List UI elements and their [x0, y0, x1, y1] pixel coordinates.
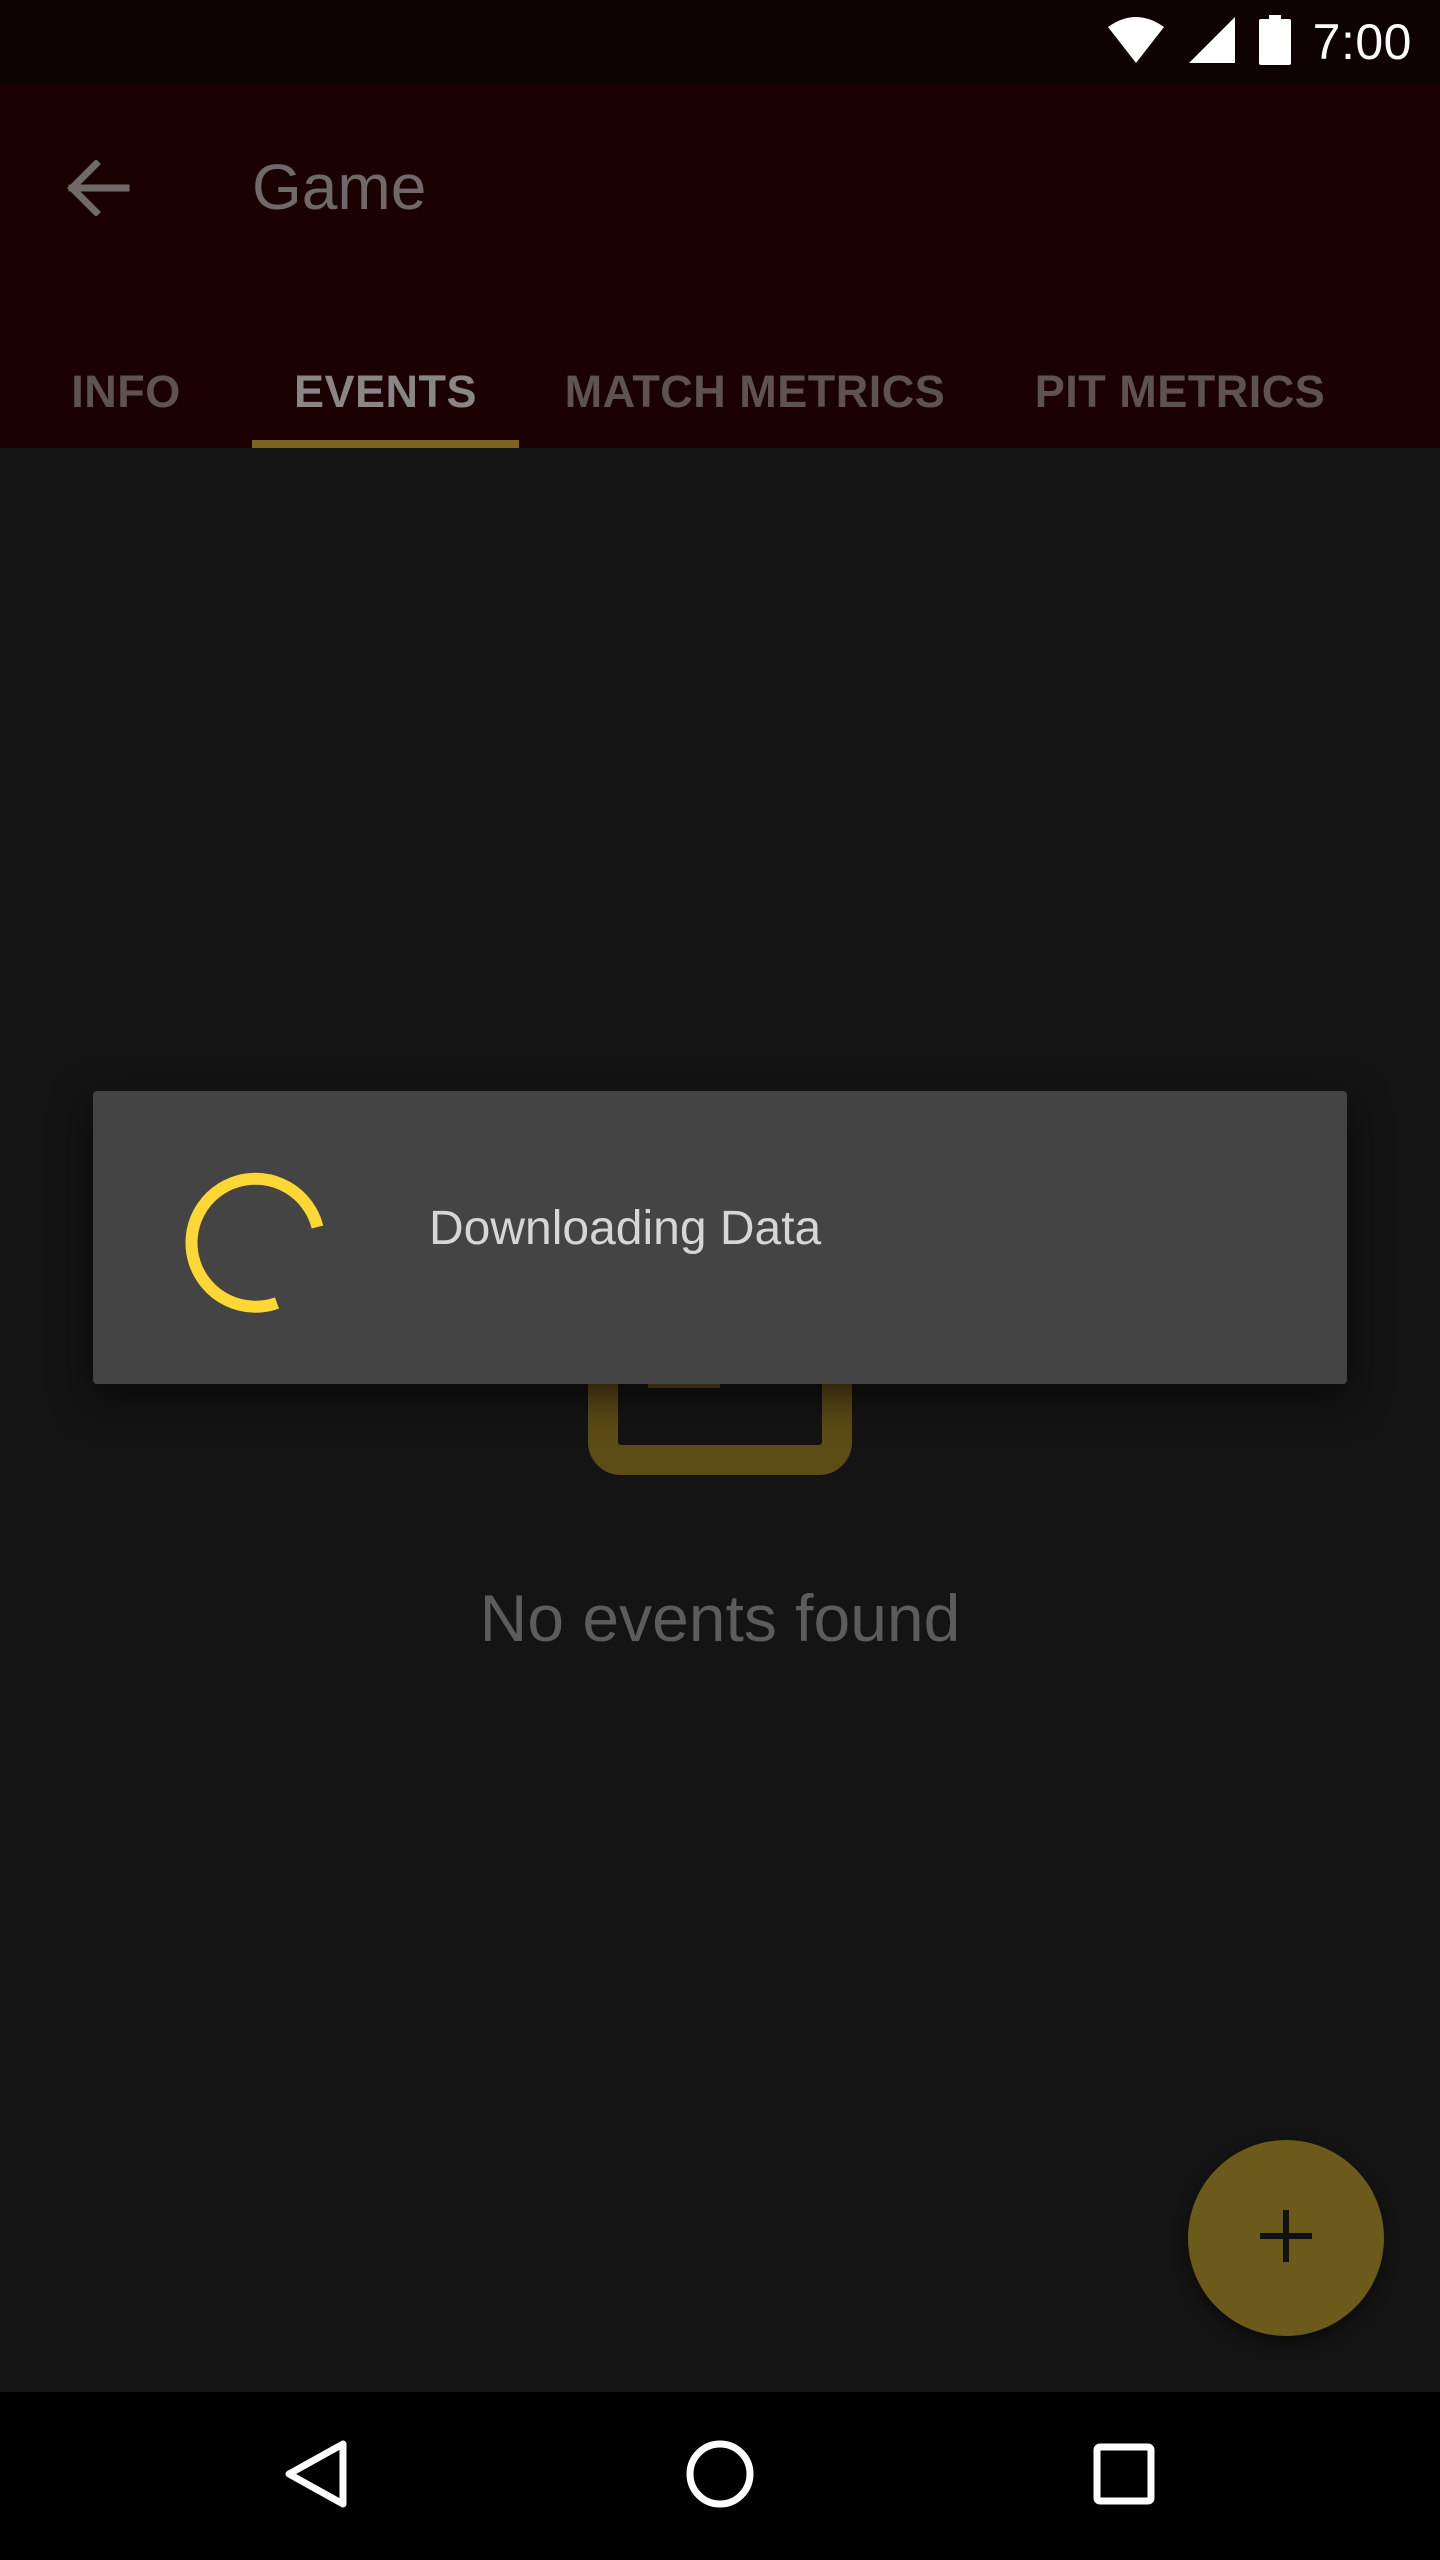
- system-nav-bar: [0, 2392, 1440, 2560]
- page-title: Game: [252, 151, 427, 223]
- status-bar: 7:00: [0, 0, 1440, 84]
- wifi-icon: [1107, 15, 1165, 70]
- plus-icon: [1258, 2208, 1314, 2269]
- cell-signal-icon: [1187, 15, 1237, 70]
- nav-home-button[interactable]: [668, 2424, 772, 2528]
- home-circle-icon: [684, 2438, 756, 2515]
- tab-info[interactable]: INFO: [40, 336, 212, 448]
- app-bar: Game INFO EVENTS MATCH METRICS PIT METRI…: [0, 84, 1440, 448]
- add-event-button[interactable]: [1188, 2140, 1384, 2336]
- nav-recents-button[interactable]: [1072, 2424, 1176, 2528]
- arrow-back-icon: [66, 158, 130, 221]
- tab-pit-metrics-label: PIT METRICS: [1034, 366, 1326, 417]
- nav-back-button[interactable]: [264, 2424, 368, 2528]
- progress-spinner-icon: [185, 1165, 337, 1317]
- tab-match-metrics[interactable]: MATCH METRICS: [548, 336, 962, 448]
- tab-pit-metrics[interactable]: PIT METRICS: [1012, 336, 1348, 448]
- tab-match-metrics-label: MATCH METRICS: [564, 366, 946, 417]
- back-triangle-icon: [281, 2438, 351, 2515]
- tab-bar: INFO EVENTS MATCH METRICS PIT METRICS: [0, 336, 1440, 448]
- tab-events-label: EVENTS: [293, 366, 478, 417]
- progress-dialog: Downloading Data: [93, 1091, 1347, 1384]
- tab-events[interactable]: EVENTS: [252, 336, 519, 448]
- tab-indicator: [252, 440, 519, 448]
- dialog-message: Downloading Data: [429, 1202, 822, 1255]
- status-time: 7:00: [1312, 14, 1412, 70]
- empty-state-message: No events found: [479, 1581, 961, 1655]
- tab-info-label: INFO: [71, 366, 181, 417]
- status-icons: 7:00: [1107, 0, 1412, 84]
- recents-square-icon: [1092, 2442, 1156, 2511]
- battery-icon: [1258, 14, 1291, 70]
- screen: 7:00 Game INFO EVENTS MATCH METRICS PIT …: [0, 0, 1440, 2560]
- back-button[interactable]: [52, 144, 144, 236]
